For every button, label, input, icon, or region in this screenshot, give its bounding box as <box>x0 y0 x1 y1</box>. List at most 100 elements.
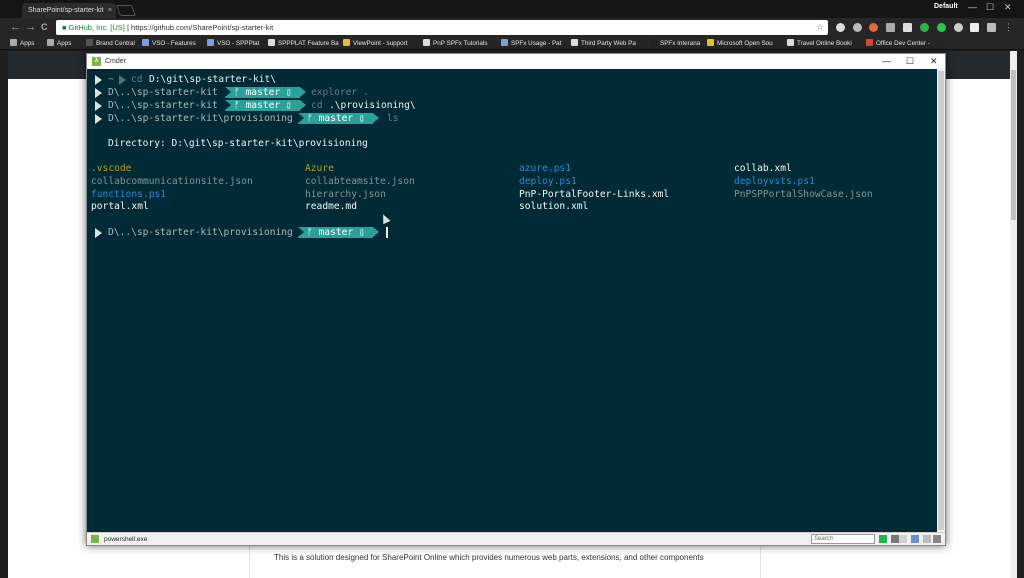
prompt-line: ~ cd D:\git\sp-starter-kit\ <box>87 73 487 86</box>
bookmark-item[interactable]: Apps <box>10 37 34 50</box>
url-text: https://github.com/SharePoint/sp-starter… <box>131 23 274 32</box>
file-entry: solution.xml <box>519 201 589 212</box>
extension-icon[interactable] <box>869 23 878 32</box>
bookmark-item[interactable]: Travel Online Booki <box>787 37 852 50</box>
cmder-statusbar: powershell.exe Search <box>87 532 945 545</box>
bookmark-item[interactable]: SPFx Usage - Pat <box>501 37 561 50</box>
file-entry: deploy.ps1 <box>519 176 577 187</box>
console-tab-icon[interactable] <box>91 535 99 543</box>
bookmark-item[interactable]: Apps <box>47 37 71 50</box>
menu-icon[interactable]: ⋮ <box>1004 20 1013 35</box>
git-branch-chip: ᚠ master ▯ <box>298 113 379 124</box>
prompt-path: ~ <box>108 74 114 85</box>
prompt-path: D\..\sp-starter-kit\provisioning <box>108 227 293 238</box>
dropdown-icon[interactable] <box>891 535 899 543</box>
bookmark-item[interactable]: Brand Central <box>86 37 135 50</box>
directory-header: Directory: D:\git\sp-starter-kit\provisi… <box>108 138 368 149</box>
extension-icon[interactable] <box>937 23 946 32</box>
file-entry: azure.ps1 <box>519 163 571 174</box>
split-icon[interactable] <box>899 535 907 543</box>
file-entry: collabcommunicationsite.json <box>91 176 253 187</box>
command-arg: .\provisioning\ <box>329 100 416 111</box>
new-console-icon[interactable] <box>879 535 887 543</box>
settings-icon[interactable] <box>911 535 919 543</box>
cmder-title: Cmder <box>105 58 127 65</box>
git-branch-chip: ᚠ master ▯ <box>225 100 306 111</box>
tab-strip: SharePoint/sp-starter-kit × Default — ☐ … <box>0 0 1024 18</box>
prompt-line: D\..\sp-starter-kit\provisioning ᚠ maste… <box>87 226 507 239</box>
prompt-arrow-icon <box>119 75 126 85</box>
prompt-arrow-icon <box>95 75 102 85</box>
file-entry: Azure <box>305 163 334 174</box>
text-cursor <box>386 227 388 238</box>
tab-close-icon[interactable]: × <box>108 3 112 18</box>
bookmark-item[interactable]: PnP SPFx Tutorials <box>423 37 487 50</box>
extension-icon[interactable] <box>853 23 862 32</box>
terminal-scrollbar-thumb[interactable] <box>938 71 944 530</box>
command-keyword: cd <box>311 100 323 111</box>
file-entry: .vscode <box>91 163 132 174</box>
bookmark-item[interactable]: Microsoft Open Sou <box>707 37 773 50</box>
bookmark-item[interactable]: SPFx Interana <box>650 37 700 50</box>
reload-icon[interactable]: C <box>41 20 48 35</box>
mouse-pointer-icon <box>379 212 391 225</box>
cmder-titlebar[interactable]: λ Cmder — ☐ ✕ <box>87 54 945 69</box>
file-entry: collab.xml <box>734 163 792 174</box>
address-bar[interactable]: ■ GitHub, Inc. [US] | https://github.com… <box>56 20 828 35</box>
minimize-icon[interactable]: — <box>882 54 891 69</box>
prompt-arrow-icon <box>95 101 102 111</box>
tab-title: SharePoint/sp-starter-kit <box>28 7 104 14</box>
lock-icon: ■ <box>62 23 69 32</box>
command-keyword: cd <box>131 74 143 85</box>
menu-icon[interactable] <box>933 535 941 543</box>
extension-icon[interactable] <box>886 23 895 32</box>
git-branch-chip: ᚠ master ▯ <box>225 87 306 98</box>
console-process-label[interactable]: powershell.exe <box>104 533 147 546</box>
cmder-window: λ Cmder — ☐ ✕ ~ cd D:\git\sp-starter-kit… <box>86 53 946 546</box>
file-entry: collabteamsite.json <box>305 176 415 187</box>
bookmark-star-icon[interactable]: ☆ <box>816 20 824 35</box>
extension-icon[interactable] <box>970 23 979 32</box>
prompt-arrow-icon <box>95 228 102 238</box>
page-scrollbar-thumb[interactable] <box>1011 70 1016 220</box>
maximize-icon[interactable]: ☐ <box>906 54 914 69</box>
bookmark-item[interactable]: VSO - Features <box>142 37 196 50</box>
command-arg: D:\git\sp-starter-kit\ <box>149 74 277 85</box>
secure-label: GitHub, Inc. [US] <box>68 23 125 32</box>
prompt-line: D\..\sp-starter-kit ᚠ master ▯ cd .\prov… <box>87 99 487 112</box>
file-entry: portal.xml <box>91 201 149 212</box>
bookmarks-bar: Apps Apps Brand Central VSO - Features V… <box>0 37 1024 50</box>
pin-icon[interactable] <box>923 535 931 543</box>
terminal-output[interactable]: ~ cd D:\git\sp-starter-kit\ D\..\sp-star… <box>87 69 945 532</box>
bookmark-item[interactable]: Third Party Web Pa <box>571 37 636 50</box>
extension-icon[interactable] <box>954 23 963 32</box>
extension-icon[interactable] <box>903 23 912 32</box>
browser-tab[interactable]: SharePoint/sp-starter-kit × <box>22 3 116 18</box>
extension-icon[interactable] <box>920 23 929 32</box>
bookmark-item[interactable]: ViewPoint - support <box>343 37 408 50</box>
profile-label[interactable]: Default <box>934 3 958 10</box>
cmder-logo-icon: λ <box>92 57 101 66</box>
prompt-path: D\..\sp-starter-kit\provisioning <box>108 113 293 124</box>
back-icon[interactable]: ← <box>10 20 21 35</box>
bookmark-item[interactable]: SPPPLAT Feature Ba <box>268 37 339 50</box>
git-branch-chip: ᚠ master ▯ <box>298 227 379 238</box>
extension-icon[interactable] <box>836 23 845 32</box>
new-tab-button[interactable] <box>115 5 137 16</box>
divider <box>760 546 761 578</box>
bookmark-item[interactable]: Office Dev Center - <box>866 37 930 50</box>
prompt-line: D\..\sp-starter-kit\provisioning ᚠ maste… <box>87 112 487 125</box>
prompt-line: D\..\sp-starter-kit ᚠ master ▯ explorer … <box>87 86 487 99</box>
bookmark-item[interactable]: VSO - SPPPlat <box>207 37 259 50</box>
extension-icon[interactable] <box>987 23 996 32</box>
close-icon[interactable]: ✕ <box>1004 2 1012 13</box>
minimize-icon[interactable]: — <box>968 2 977 12</box>
maximize-icon[interactable]: ☐ <box>986 2 994 13</box>
close-icon[interactable]: ✕ <box>930 54 938 69</box>
browser-toolbar: ← → C ■ GitHub, Inc. [US] | https://gith… <box>0 18 1024 37</box>
file-entry: readme.md <box>305 201 357 212</box>
forward-icon[interactable]: → <box>25 20 36 35</box>
search-input[interactable]: Search <box>811 534 875 544</box>
divider <box>249 546 250 578</box>
prompt-arrow-icon <box>95 88 102 98</box>
